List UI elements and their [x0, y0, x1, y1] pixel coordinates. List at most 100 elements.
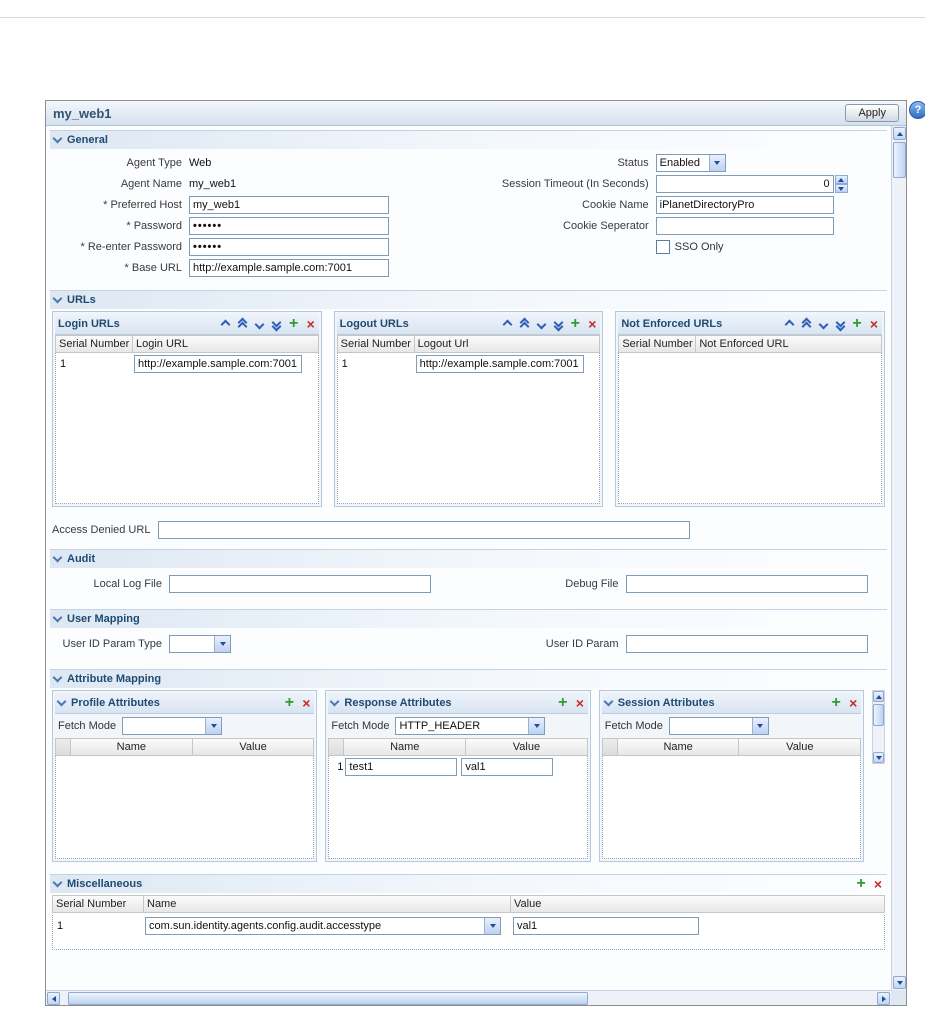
user-id-param-input[interactable] — [625, 635, 868, 653]
scroll-down-icon[interactable] — [893, 976, 906, 989]
misc-value-input[interactable] — [513, 917, 699, 935]
session-fetch-mode-select[interactable] — [668, 717, 769, 735]
vertical-scroll-thumb[interactable] — [873, 704, 885, 726]
add-icon[interactable]: + — [852, 316, 862, 332]
status-select[interactable]: Enabled — [655, 154, 726, 172]
response-fetch-mode-select[interactable]: HTTP_HEADER — [395, 717, 546, 735]
scroll-right-icon[interactable] — [877, 992, 890, 1005]
column-header: Logout Url — [413, 335, 601, 353]
delete-icon[interactable]: × — [575, 696, 585, 710]
logout-url-input[interactable] — [415, 355, 584, 373]
add-icon[interactable]: + — [831, 695, 841, 711]
section-title: Miscellaneous — [67, 878, 143, 890]
move-top-icon[interactable] — [801, 317, 811, 331]
base-url-label: * Base URL — [124, 262, 182, 274]
horizontal-scrollbar[interactable] — [46, 990, 891, 1005]
scroll-left-icon[interactable] — [47, 992, 60, 1005]
move-down-icon[interactable] — [536, 319, 547, 329]
scroll-up-icon[interactable] — [873, 691, 885, 702]
delete-icon[interactable]: × — [848, 696, 858, 710]
move-bottom-icon[interactable] — [553, 317, 564, 331]
login-url-input[interactable] — [134, 355, 302, 373]
add-icon[interactable]: + — [570, 316, 580, 332]
move-bottom-icon[interactable] — [271, 317, 282, 331]
agent-type-label: Agent Type — [126, 157, 182, 169]
miscellaneous-section-header[interactable]: Miscellaneous + × — [50, 874, 887, 893]
table-body — [55, 756, 315, 859]
base-url-input[interactable] — [189, 259, 389, 277]
audit-body: Local Log File Debug File — [50, 568, 887, 603]
add-icon[interactable]: + — [856, 876, 866, 892]
session-attributes-header[interactable]: Session Attributes + × — [601, 693, 862, 714]
attribute-mapping-scrollbar[interactable] — [872, 690, 886, 764]
scroll-down-icon[interactable] — [873, 752, 885, 763]
move-up-icon[interactable] — [502, 319, 513, 329]
table-body: 1 — [336, 353, 601, 504]
agent-name-label: Agent Name — [120, 178, 182, 190]
delete-icon[interactable]: × — [301, 696, 311, 710]
panel-toolbar: + × — [220, 316, 316, 332]
delete-icon[interactable]: × — [873, 877, 883, 891]
access-denied-url-input[interactable] — [158, 521, 691, 539]
horizontal-scroll-thumb[interactable] — [68, 992, 588, 1005]
audit-section-header[interactable]: Audit — [50, 549, 887, 568]
vertical-scrollbar[interactable] — [891, 126, 906, 990]
move-down-icon[interactable] — [254, 319, 265, 329]
move-bottom-icon[interactable] — [835, 317, 845, 331]
spinner-up-icon[interactable] — [834, 175, 848, 184]
reenter-password-input[interactable] — [189, 238, 389, 256]
scroll-up-icon[interactable] — [893, 127, 906, 140]
cookie-seperator-label: Cookie Seperator — [563, 220, 649, 232]
delete-icon[interactable]: × — [869, 317, 879, 331]
attribute-mapping-section-header[interactable]: Attribute Mapping — [50, 669, 887, 688]
panel-title: Profile Attributes — [71, 697, 160, 709]
move-top-icon[interactable] — [519, 317, 530, 331]
apply-button[interactable]: Apply — [845, 104, 899, 122]
response-value-input[interactable] — [461, 758, 554, 776]
sso-only-checkbox[interactable] — [655, 240, 670, 254]
preferred-host-input[interactable] — [189, 196, 389, 214]
add-icon[interactable]: + — [284, 695, 294, 711]
table-body: 1 — [328, 756, 588, 859]
cookie-seperator-input[interactable] — [655, 217, 834, 235]
move-top-icon[interactable] — [237, 317, 248, 331]
user-id-param-type-select[interactable] — [169, 635, 231, 653]
session-timeout-input[interactable] — [655, 175, 834, 193]
profile-attributes-header[interactable]: Profile Attributes + × — [55, 693, 315, 714]
user-id-param-type-label: User ID Param Type — [62, 638, 162, 650]
sso-only-label: SSO Only — [674, 241, 724, 253]
debug-file-input[interactable] — [625, 575, 868, 593]
misc-name-select[interactable]: com.sun.identity.agents.config.audit.acc… — [145, 917, 501, 935]
panel-title: Not Enforced URLs — [621, 318, 723, 330]
general-section-header[interactable]: General — [50, 130, 887, 149]
row-number-cell: 1 — [337, 761, 344, 773]
column-header: Not Enforced URL — [695, 335, 883, 353]
add-icon[interactable]: + — [289, 316, 299, 332]
panel-title: Login URLs — [58, 318, 120, 330]
not-enforced-urls-panel: Not Enforced URLs + × Serial Number Not — [615, 311, 886, 507]
profile-fetch-mode-select[interactable] — [122, 717, 223, 735]
user-mapping-section-header[interactable]: User Mapping — [50, 609, 887, 628]
content-area: General Agent Type Web Agent Name my_web… — [46, 126, 891, 990]
delete-icon[interactable]: × — [587, 317, 597, 331]
column-header: Serial Number — [618, 335, 697, 353]
response-attributes-header[interactable]: Response Attributes + × — [328, 693, 588, 714]
response-name-input[interactable] — [345, 758, 458, 776]
spinner-down-icon[interactable] — [834, 184, 848, 193]
vertical-scroll-thumb[interactable] — [893, 142, 906, 178]
move-up-icon[interactable] — [784, 319, 794, 329]
delete-icon[interactable]: × — [306, 317, 316, 331]
table-header: Name Value — [328, 738, 588, 756]
table-body — [618, 353, 883, 504]
dropdown-arrow-icon — [484, 918, 500, 934]
table-row: 1 com.sun.identity.agents.config.audit.a… — [53, 915, 884, 937]
add-icon[interactable]: + — [558, 695, 568, 711]
table-body: 1 — [55, 353, 319, 504]
password-input[interactable] — [189, 217, 389, 235]
urls-section-header[interactable]: URLs — [50, 290, 887, 309]
local-log-file-input[interactable] — [169, 575, 431, 593]
move-down-icon[interactable] — [818, 319, 828, 329]
cookie-name-input[interactable] — [655, 196, 834, 214]
move-up-icon[interactable] — [220, 319, 231, 329]
help-icon[interactable]: ? — [909, 101, 925, 119]
